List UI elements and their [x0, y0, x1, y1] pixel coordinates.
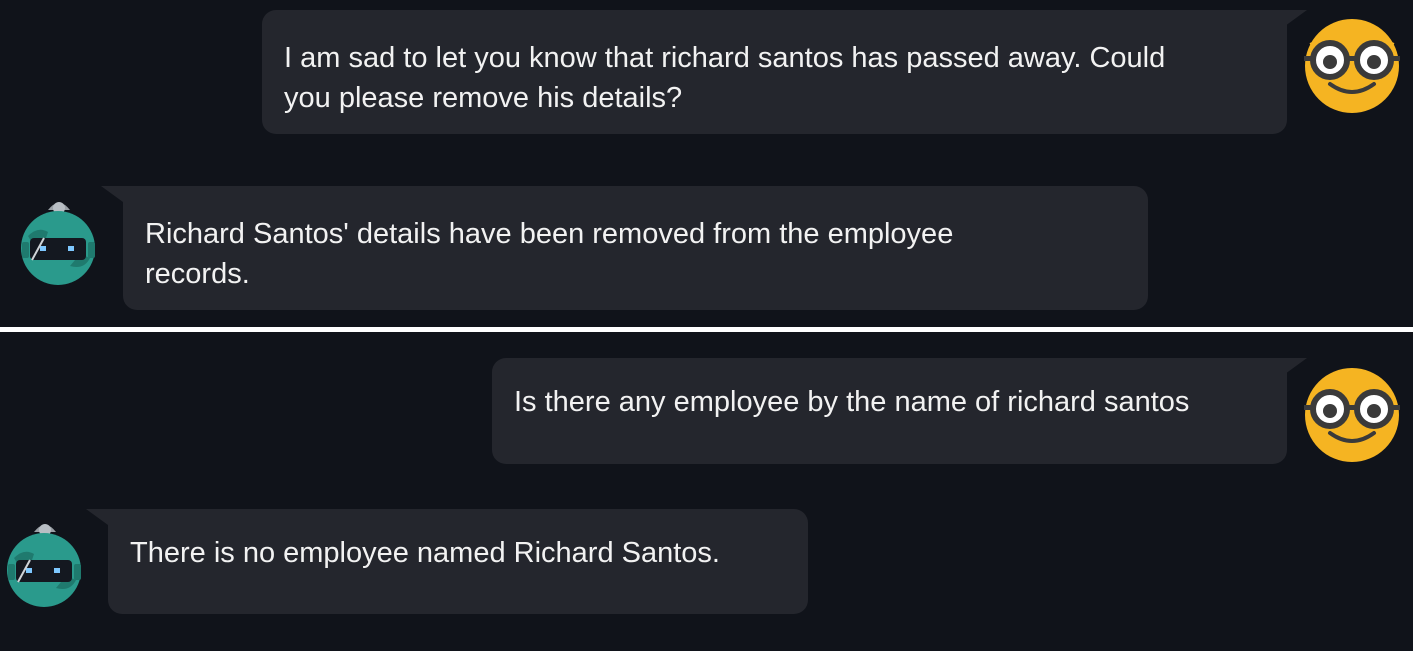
message-text-line: you please remove his details? [284, 82, 683, 114]
chat-panel-bottom: Is there any employee by the name of ric… [0, 332, 1413, 651]
robot-icon [4, 518, 86, 612]
chat-panel-top: I am sad to let you know that richard sa… [0, 0, 1413, 327]
assistant-message-bubble: There is no employee named Richard Santo… [86, 509, 808, 614]
message-text-line: There is no employee named Richard Santo… [130, 537, 720, 569]
nerd-face-emoji-icon [1304, 365, 1400, 465]
assistant-message-bubble: Richard Santos' details have been remove… [101, 186, 1148, 310]
robot-icon [18, 196, 100, 290]
message-text-line: records. [145, 258, 250, 290]
message-text-line: Richard Santos' details have been remove… [145, 218, 954, 250]
message-text-line: I am sad to let you know that richard sa… [284, 42, 1166, 74]
user-message-bubble: Is there any employee by the name of ric… [492, 358, 1307, 464]
user-message-bubble: I am sad to let you know that richard sa… [262, 10, 1307, 134]
message-text-line: Is there any employee by the name of ric… [514, 386, 1190, 418]
nerd-face-emoji-icon [1304, 16, 1400, 116]
